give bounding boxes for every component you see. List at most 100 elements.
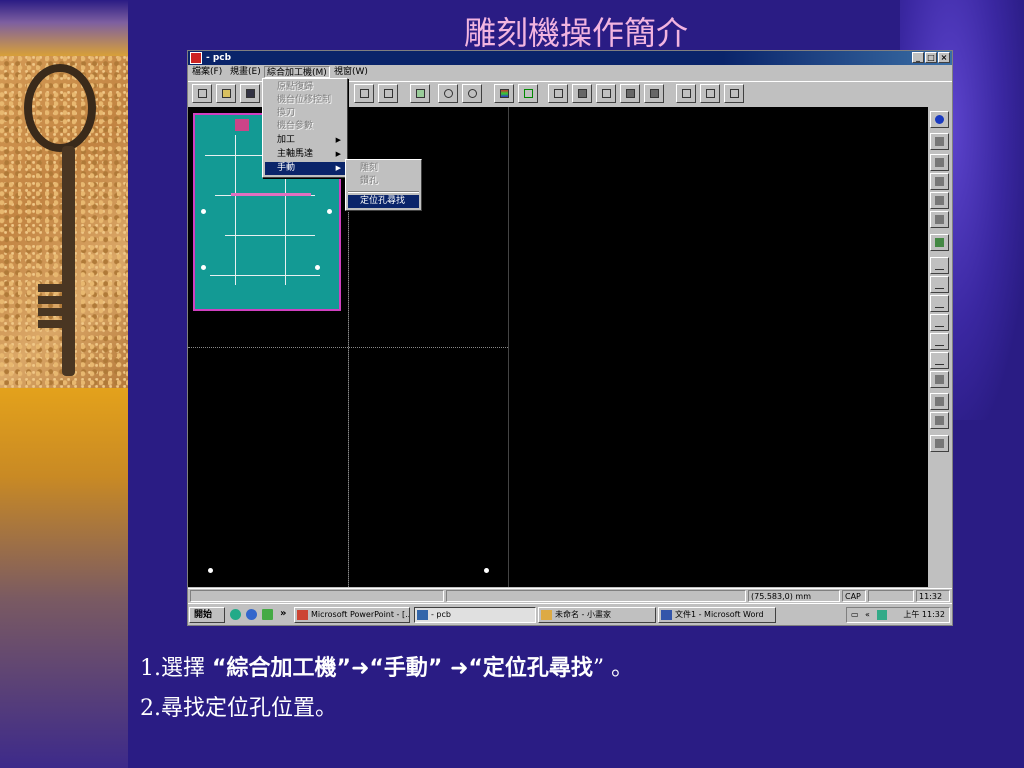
menu-locate-hole[interactable]: 定位孔尋找	[348, 195, 419, 208]
key-photo	[0, 56, 128, 388]
layer-icon	[500, 89, 509, 98]
tool-e-icon	[650, 89, 659, 98]
help-icon	[935, 115, 944, 124]
menu-home[interactable]: 原點復歸	[265, 81, 345, 94]
palette-tool-6[interactable]	[930, 234, 949, 251]
palette-tool-9[interactable]	[930, 295, 949, 312]
palette-tool-14[interactable]	[930, 393, 949, 410]
network-icon[interactable]	[877, 610, 887, 620]
slide-title: 雕刻機操作簡介	[463, 14, 688, 52]
submenu-arrow-icon: ▶	[335, 136, 341, 144]
menu-file[interactable]: 檔案(F)	[190, 66, 224, 78]
pcb-pad	[315, 265, 320, 270]
menu-plan[interactable]: 規畫(E)	[228, 66, 263, 78]
menu-window[interactable]: 視窗(W)	[332, 66, 370, 78]
pcb-trace	[225, 235, 315, 236]
task-paint[interactable]: 未命名 - 小畫家	[538, 607, 656, 623]
pcb-ic-row	[231, 193, 311, 196]
palette-tool-7[interactable]	[930, 257, 949, 274]
calculator-button[interactable]	[410, 84, 430, 103]
tool-g-button[interactable]	[700, 84, 720, 103]
menu-machine-params[interactable]: 機台參數	[265, 120, 345, 133]
pcb-trace	[235, 135, 236, 285]
menu-tool-change[interactable]: 換刀	[265, 107, 345, 120]
zoom-out-button[interactable]	[462, 84, 482, 103]
tool-a-icon	[554, 89, 563, 98]
task-label: 未命名 - 小畫家	[555, 610, 611, 619]
menu-drill[interactable]: 鑽孔	[348, 175, 419, 188]
menu-machine[interactable]: 綜合加工機(M)	[264, 66, 330, 78]
status-coords: (75.583,0) mm	[748, 590, 840, 602]
palette-tool-1[interactable]	[930, 133, 949, 150]
tray-clock[interactable]: 上午 11:32	[903, 610, 945, 619]
machine-menu-dropdown: 原點復歸 機台位移控制 換刀 機台參數 加工 ▶ 主軸馬達 ▶ 手動 ▶	[262, 78, 348, 178]
palette-tool-8[interactable]	[930, 276, 949, 293]
menu-move-control[interactable]: 機台位移控制	[265, 94, 345, 107]
status-empty-2	[868, 590, 914, 602]
line-icon	[935, 337, 944, 346]
tool-h-button[interactable]	[724, 84, 744, 103]
word-icon	[661, 610, 672, 620]
palette-tool-16[interactable]	[930, 435, 949, 452]
instruction-item-name: 定位孔尋找	[482, 656, 593, 681]
window-title: - pcb	[206, 53, 232, 63]
tool-c-button[interactable]	[596, 84, 616, 103]
maximize-button[interactable]: □	[925, 52, 937, 63]
tool-b-button[interactable]	[572, 84, 592, 103]
help-button[interactable]	[930, 111, 949, 128]
palette-tool-3[interactable]	[930, 173, 949, 190]
pcb-component	[235, 119, 249, 131]
tray-chevron[interactable]: «	[865, 608, 870, 622]
tool-h-icon	[730, 89, 739, 98]
powerpoint-icon	[297, 610, 308, 620]
task-powerpoint[interactable]: Microsoft PowerPoint - [...	[294, 607, 410, 623]
layer-button[interactable]	[494, 84, 514, 103]
tool-e-button[interactable]	[644, 84, 664, 103]
minimize-button[interactable]: _	[912, 52, 924, 63]
palette-tool-10[interactable]	[930, 314, 949, 331]
menu-engrave[interactable]: 雕刻	[348, 162, 419, 175]
palette-tool-15[interactable]	[930, 412, 949, 429]
task-pcb[interactable]: - pcb	[414, 607, 536, 623]
start-button[interactable]: 開始	[189, 607, 225, 623]
frame-tool-button[interactable]	[378, 84, 398, 103]
status-time: 11:32	[916, 590, 950, 602]
menu-manual[interactable]: 手動 ▶	[265, 162, 345, 175]
tool-d-button[interactable]	[620, 84, 640, 103]
rect-tool-button[interactable]	[354, 84, 374, 103]
pattern-icon	[935, 158, 944, 167]
measure-button[interactable]	[518, 84, 538, 103]
open-file-button[interactable]	[216, 84, 236, 103]
pcb-app-icon	[417, 610, 428, 620]
task-word[interactable]: 文件1 - Microsoft Word	[658, 607, 776, 623]
palette-tool-2[interactable]	[930, 154, 949, 171]
origin-marker	[208, 568, 213, 573]
zoom-button[interactable]	[438, 84, 458, 103]
drawing-canvas[interactable]	[188, 107, 928, 587]
menu-spindle[interactable]: 主軸馬達 ▶	[265, 148, 345, 161]
save-button[interactable]	[240, 84, 260, 103]
manual-submenu: 雕刻 鑽孔 定位孔尋找	[345, 159, 422, 211]
menu-process[interactable]: 加工 ▶	[265, 134, 345, 147]
quicklaunch-icon[interactable]	[230, 609, 241, 620]
instruction-menu-name: 綜合加工機	[226, 656, 337, 681]
desktop-icon[interactable]	[262, 609, 273, 620]
menu-process-label: 加工	[277, 135, 296, 145]
window-titlebar[interactable]: - pcb _ □ ×	[188, 51, 952, 65]
palette-tool-4[interactable]	[930, 192, 949, 209]
palette-tool-11[interactable]	[930, 333, 949, 350]
tool-a-button[interactable]	[548, 84, 568, 103]
quicklaunch-chevron[interactable]: »	[280, 608, 286, 619]
browser-icon[interactable]	[246, 609, 257, 620]
palette-tool-5[interactable]	[930, 211, 949, 228]
close-button[interactable]: ×	[938, 52, 950, 63]
tool-f-button[interactable]	[676, 84, 696, 103]
palette-tool-12[interactable]	[930, 352, 949, 369]
quote-mark: “	[212, 656, 227, 681]
new-file-button[interactable]	[192, 84, 212, 103]
app-icon	[190, 52, 202, 64]
line-icon	[935, 299, 944, 308]
instruction-prefix: 1.選擇	[140, 656, 205, 681]
keyboard-icon[interactable]: ▭	[851, 608, 859, 622]
palette-tool-13[interactable]	[930, 371, 949, 388]
